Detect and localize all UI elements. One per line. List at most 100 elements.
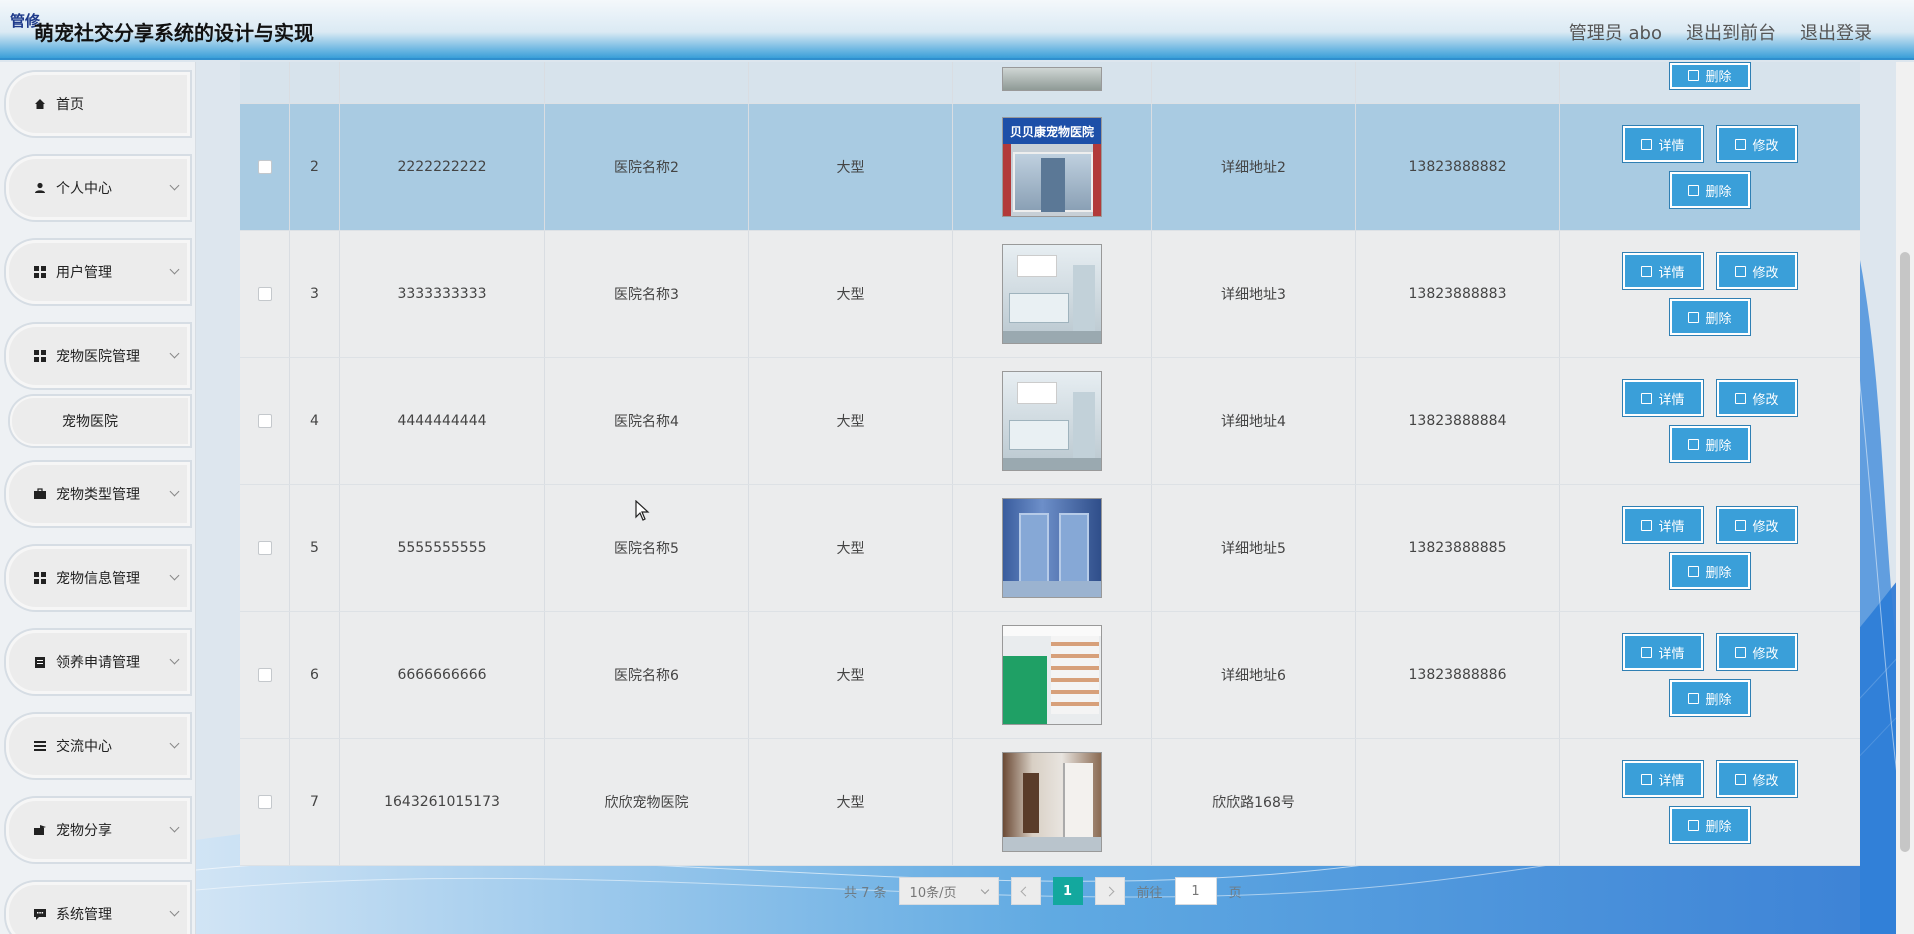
delete-button[interactable]: 删除 <box>1669 171 1751 209</box>
trash-icon <box>1688 70 1700 81</box>
page-number-current[interactable]: 1 <box>1052 877 1083 905</box>
row-checkbox[interactable] <box>257 287 272 301</box>
sidebar-subitem-pet-hospital[interactable]: 宠物医院 <box>10 396 190 446</box>
hospital-photo <box>1002 752 1102 852</box>
detail-button[interactable]: 详情 <box>1622 760 1704 798</box>
next-page-button[interactable] <box>1094 877 1125 905</box>
row-checkbox[interactable] <box>257 668 272 682</box>
sidebar-item-system-management[interactable]: 系统管理 <box>6 882 190 934</box>
trash-icon <box>1688 565 1700 577</box>
hospital-sign: 贝贝康宠物医院 <box>1003 118 1101 144</box>
hospital-phone: 13823888885 <box>1356 485 1560 611</box>
delete-button[interactable]: 删除 <box>1669 552 1751 590</box>
hospital-name: 医院名称4 <box>545 358 749 484</box>
detail-button-label: 详情 <box>1658 265 1685 281</box>
edit-button-label: 修改 <box>1752 265 1779 281</box>
table-row[interactable]: 4 4444444444 医院名称4 大型 详细地址4 13823888884 … <box>240 358 1860 485</box>
hospital-name: 欣欣宠物医院 <box>545 739 749 865</box>
edit-button[interactable]: 修改 <box>1716 506 1798 544</box>
row-checkbox[interactable] <box>257 795 272 809</box>
chevron-down-icon <box>169 570 180 581</box>
row-index: 5 <box>290 485 340 611</box>
delete-button[interactable]: 删除 <box>1669 679 1751 717</box>
home-icon <box>35 99 45 109</box>
sidebar-item-user-management[interactable]: 用户管理 <box>6 240 190 304</box>
edit-button[interactable]: 修改 <box>1716 252 1798 290</box>
document-icon <box>1641 519 1653 531</box>
row-checkbox[interactable] <box>257 541 272 555</box>
table-row[interactable]: 3 3333333333 医院名称3 大型 详细地址3 13823888883 … <box>240 231 1860 358</box>
row-checkbox[interactable] <box>257 414 272 428</box>
hospital-address: 详细地址6 <box>1152 612 1356 738</box>
sidebar-item-label: 领养申请管理 <box>56 655 140 671</box>
hospital-phone: 13823888882 <box>1356 104 1560 230</box>
table-row-partial: 删除 <box>240 61 1860 104</box>
vertical-scrollbar[interactable] <box>1896 62 1914 934</box>
table-row[interactable]: 5 5555555555 医院名称5 大型 详细地址5 13823888885 … <box>240 485 1860 612</box>
chevron-down-icon <box>169 906 180 917</box>
admin-user-link[interactable]: 管理员 abo <box>1569 19 1662 45</box>
edit-button[interactable]: 修改 <box>1716 760 1798 798</box>
detail-button[interactable]: 详情 <box>1622 379 1704 417</box>
hospital-code: 6666666666 <box>340 612 545 738</box>
hospital-size: 大型 <box>749 104 953 230</box>
sidebar-item-home[interactable]: 首页 <box>6 72 190 136</box>
delete-button[interactable]: 删除 <box>1669 298 1751 336</box>
row-checkbox[interactable] <box>257 160 272 174</box>
row-index: 6 <box>290 612 340 738</box>
hospital-photo <box>1002 498 1102 598</box>
sidebar-item-pet-info-management[interactable]: 宠物信息管理 <box>6 546 190 610</box>
detail-button-label: 详情 <box>1658 773 1685 789</box>
sidebar-item-label: 宠物类型管理 <box>56 487 140 503</box>
chevron-right-icon <box>1104 886 1115 896</box>
edit-button[interactable]: 修改 <box>1716 125 1798 163</box>
detail-button-label: 详情 <box>1658 392 1685 408</box>
row-index: 7 <box>290 739 340 865</box>
hospital-photo <box>1002 625 1102 725</box>
logout-link[interactable]: 退出登录 <box>1800 19 1872 45</box>
delete-button[interactable]: 删除 <box>1669 61 1751 90</box>
edit-button[interactable]: 修改 <box>1716 379 1798 417</box>
detail-button[interactable]: 详情 <box>1622 252 1704 290</box>
delete-button-label: 删除 <box>1705 565 1732 581</box>
sidebar-item-communication-center[interactable]: 交流中心 <box>6 714 190 778</box>
edit-button-label: 修改 <box>1752 392 1779 408</box>
chevron-down-icon <box>169 486 180 497</box>
detail-button[interactable]: 详情 <box>1622 125 1704 163</box>
sidebar-item-hospital-management[interactable]: 宠物医院管理 <box>6 324 190 388</box>
chevron-down-icon <box>169 822 180 833</box>
prev-page-button[interactable] <box>1010 877 1041 905</box>
delete-button[interactable]: 删除 <box>1669 806 1751 844</box>
sidebar-item-personal-center[interactable]: 个人中心 <box>6 156 190 220</box>
chevron-down-icon <box>169 738 180 749</box>
trash-icon <box>1688 819 1700 831</box>
chevron-down-icon <box>169 264 180 275</box>
back-to-frontend-link[interactable]: 退出到前台 <box>1686 19 1776 45</box>
delete-button-label: 删除 <box>1705 819 1732 835</box>
detail-button[interactable]: 详情 <box>1622 633 1704 671</box>
sidebar-item-label: 交流中心 <box>56 739 112 755</box>
detail-button-label: 详情 <box>1658 646 1685 662</box>
sidebar-item-adoption-management[interactable]: 领养申请管理 <box>6 630 190 694</box>
table-row[interactable]: 2 2222222222 医院名称2 大型 贝贝康宠物医院 详细地址2 1382… <box>240 104 1860 231</box>
sidebar-item-pet-type-management[interactable]: 宠物类型管理 <box>6 462 190 526</box>
delete-button[interactable]: 删除 <box>1669 425 1751 463</box>
document-icon <box>1641 138 1653 150</box>
row-index: 2 <box>290 104 340 230</box>
sidebar-item-pet-sharing[interactable]: 宠物分享 <box>6 798 190 862</box>
hospital-size: 大型 <box>749 231 953 357</box>
page-size-select[interactable]: 10条/页 <box>898 877 999 905</box>
detail-button[interactable]: 详情 <box>1622 506 1704 544</box>
edit-button-label: 修改 <box>1752 519 1779 535</box>
top-header: 管修 萌宠社交分享系统的设计与实现 管理员 abo 退出到前台 退出登录 <box>0 0 1914 60</box>
table-row[interactable]: 6 6666666666 医院名称6 大型 详细地址6 13823888886 … <box>240 612 1860 739</box>
table-row[interactable]: 7 1643261015173 欣欣宠物医院 大型 欣欣路168号 详情 修改 <box>240 739 1860 866</box>
goto-label: 前往 <box>1136 885 1163 901</box>
goto-page-input[interactable]: 1 <box>1174 877 1217 905</box>
sidebar-item-label: 系统管理 <box>56 907 112 923</box>
hospital-photo <box>1002 244 1102 344</box>
scrollbar-thumb[interactable] <box>1900 252 1910 852</box>
trash-icon <box>1688 438 1700 450</box>
hospital-name: 医院名称2 <box>545 104 749 230</box>
edit-button[interactable]: 修改 <box>1716 633 1798 671</box>
